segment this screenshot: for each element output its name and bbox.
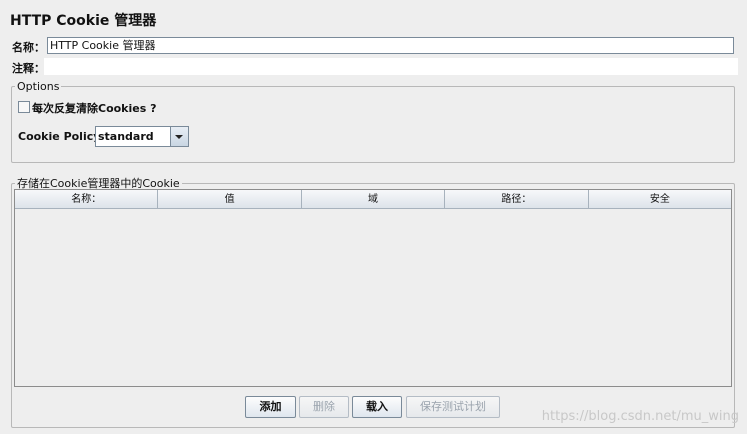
column-header-domain[interactable]: 域 [301,190,446,209]
save-test-plan-button: 保存测试计划 [406,396,500,418]
column-header-value[interactable]: 值 [158,190,302,209]
options-legend: Options [17,80,60,93]
delete-button: 删除 [299,396,349,418]
page-title: HTTP Cookie 管理器 [10,13,157,29]
cookie-policy-value: standard [98,130,154,143]
comment-label: 注释： [12,62,45,75]
cookie-policy-select[interactable]: standard [95,126,189,147]
cookie-policy-label: Cookie Policy: [18,130,105,143]
add-button[interactable]: 添加 [245,396,296,418]
cookies-table[interactable]: 名称： 值 域 路径： 安全 [14,189,732,387]
options-group: Options [11,80,735,163]
watermark: https://blog.csdn.net/mu_wing [541,409,739,424]
chevron-down-icon[interactable] [170,127,188,146]
clear-cookies-checkbox[interactable] [18,101,30,113]
column-header-name[interactable]: 名称： [15,190,159,209]
name-label: 名称： [12,41,45,54]
column-header-path[interactable]: 路径： [445,190,589,209]
clear-cookies-label[interactable]: 每次反复清除Cookies ? [32,100,157,116]
comment-input[interactable] [44,58,738,75]
table-header: 名称： 值 域 路径： 安全 [15,190,732,209]
name-input[interactable] [47,37,734,54]
column-header-secure[interactable]: 安全 [588,190,732,209]
load-button[interactable]: 载入 [352,396,402,418]
